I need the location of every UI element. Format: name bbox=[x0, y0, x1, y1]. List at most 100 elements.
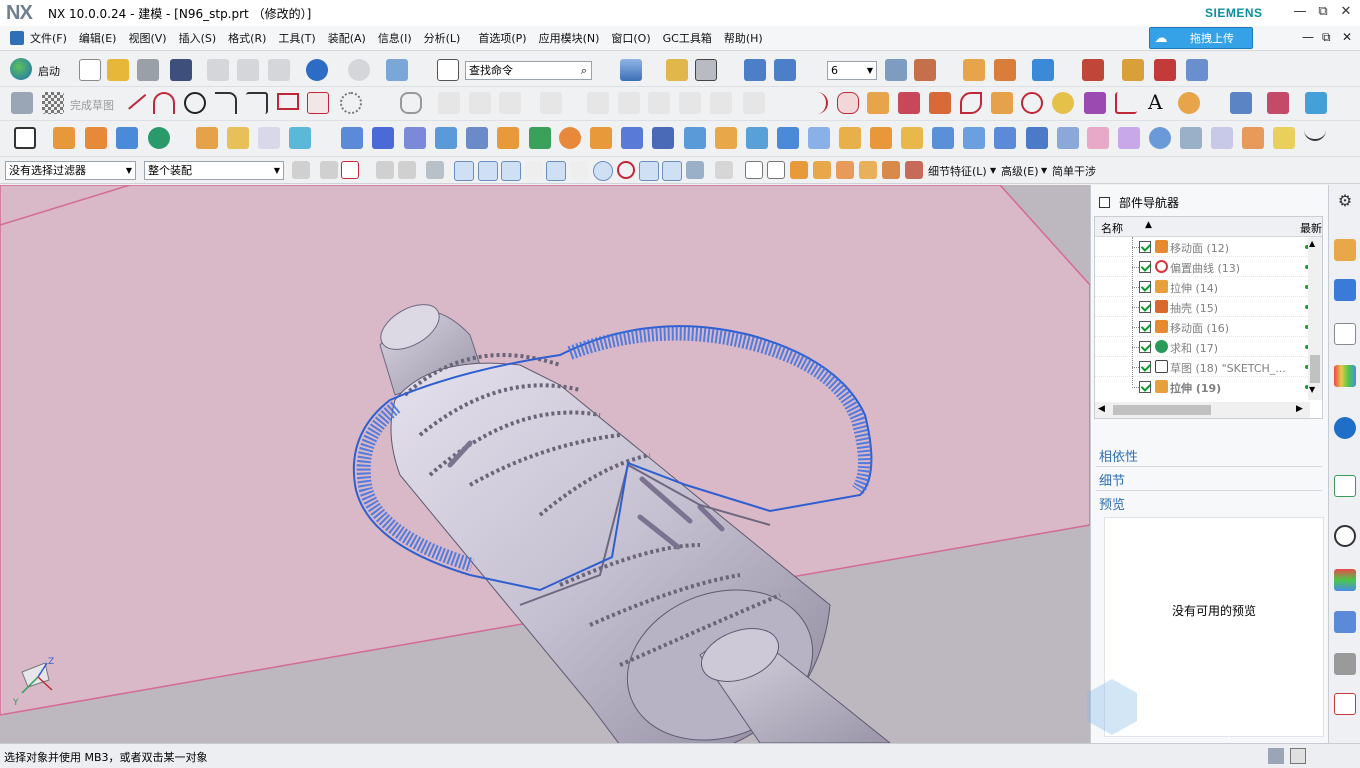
visibility-checkbox[interactable] bbox=[1139, 281, 1151, 293]
print-icon[interactable] bbox=[137, 59, 159, 81]
isoparametric-curve-icon[interactable] bbox=[1084, 92, 1106, 114]
x-form-icon[interactable] bbox=[994, 127, 1016, 149]
advanced-dropdown-icon[interactable]: ▼ bbox=[1041, 166, 1047, 175]
measure-icon[interactable] bbox=[994, 59, 1016, 81]
redo-icon[interactable] bbox=[348, 59, 370, 81]
feature-filter-icon[interactable] bbox=[790, 161, 808, 179]
details-section[interactable]: 细节 bbox=[1099, 470, 1125, 489]
scroll-down-icon[interactable]: ▼ bbox=[1309, 385, 1315, 394]
move-object-icon[interactable] bbox=[963, 59, 985, 81]
menu-file[interactable]: 文件(F) bbox=[30, 30, 67, 46]
gear-icon[interactable]: ⚙ bbox=[1334, 191, 1356, 213]
move-face-icon[interactable] bbox=[529, 127, 551, 149]
body-filter-icon[interactable] bbox=[813, 161, 831, 179]
circle-icon[interactable] bbox=[184, 92, 206, 114]
rectangle-icon[interactable] bbox=[277, 93, 299, 110]
project-curve-icon[interactable] bbox=[867, 92, 889, 114]
dependencies-section[interactable]: 相依性 bbox=[1099, 446, 1138, 465]
snap-existing-point-icon[interactable] bbox=[639, 161, 659, 181]
visibility-checkbox[interactable] bbox=[1139, 241, 1151, 253]
visibility-checkbox[interactable] bbox=[1139, 321, 1151, 333]
through-curves-icon[interactable] bbox=[839, 127, 861, 149]
paste-icon[interactable] bbox=[268, 59, 290, 81]
blob-curve-icon[interactable] bbox=[837, 92, 859, 114]
snap-view-icon[interactable] bbox=[386, 59, 408, 81]
ruler-icon[interactable] bbox=[1122, 59, 1144, 81]
studio-surface-icon[interactable] bbox=[901, 127, 923, 149]
menu-application[interactable]: 应用模块(N) bbox=[539, 30, 600, 46]
menu-icon[interactable] bbox=[10, 31, 24, 45]
chamfer-feature-icon[interactable] bbox=[258, 127, 280, 149]
thicken-icon[interactable] bbox=[715, 127, 737, 149]
pin-icon[interactable] bbox=[1099, 197, 1110, 208]
global-shaping-icon[interactable] bbox=[1057, 127, 1079, 149]
dimension-icon[interactable] bbox=[587, 92, 609, 114]
snap-point-on-curve-icon[interactable] bbox=[662, 161, 682, 181]
visibility-checkbox[interactable] bbox=[1139, 301, 1151, 313]
drag-upload-button[interactable]: ☁ 拖拽上传 bbox=[1149, 27, 1253, 49]
scroll-left-icon[interactable]: ◀ bbox=[1098, 404, 1105, 414]
full-screen-icon[interactable] bbox=[1268, 748, 1284, 764]
arc-icon[interactable] bbox=[153, 92, 175, 114]
role-icon[interactable] bbox=[1334, 693, 1356, 715]
graphics-window[interactable]: Z Y bbox=[0, 185, 1090, 743]
doc-minimize-button[interactable]: — bbox=[1302, 30, 1314, 44]
history-icon[interactable] bbox=[1334, 525, 1356, 547]
mesh-surface-icon[interactable] bbox=[372, 127, 394, 149]
menu-information[interactable]: 信息(I) bbox=[378, 30, 412, 46]
menu-format[interactable]: 格式(R) bbox=[228, 30, 266, 46]
sketch-icon[interactable] bbox=[11, 92, 33, 114]
finish-sketch-icon[interactable] bbox=[42, 92, 64, 114]
reflection-icon[interactable] bbox=[1305, 92, 1327, 114]
bounding-box-icon[interactable] bbox=[1154, 59, 1176, 81]
offset-surface-icon[interactable] bbox=[1211, 127, 1233, 149]
quick-pick-icon[interactable] bbox=[715, 161, 733, 179]
close-button[interactable]: ✕ bbox=[1336, 3, 1356, 21]
show-constraints-icon[interactable] bbox=[648, 92, 670, 114]
component-filter-icon[interactable] bbox=[882, 161, 900, 179]
doc-restore-button[interactable]: ⧉ bbox=[1322, 30, 1331, 45]
curve-analysis-icon[interactable] bbox=[1178, 92, 1200, 114]
web-browser-icon[interactable] bbox=[1334, 475, 1356, 497]
tree-row[interactable]: 抽壳 (15) bbox=[1095, 297, 1322, 317]
studio-spline-icon[interactable] bbox=[340, 92, 362, 114]
tree-row[interactable]: 移动面 (12) bbox=[1095, 237, 1322, 257]
offset-curve-icon[interactable] bbox=[400, 92, 422, 114]
page-alt-icon[interactable] bbox=[767, 161, 785, 179]
snap-arc-center-icon[interactable] bbox=[546, 161, 566, 181]
doc-close-button[interactable]: ✕ bbox=[1342, 30, 1352, 44]
copy-icon[interactable] bbox=[237, 59, 259, 81]
conic-icon[interactable] bbox=[806, 92, 828, 114]
snap-end-point-icon[interactable] bbox=[454, 161, 474, 181]
extrude-icon[interactable] bbox=[53, 127, 75, 149]
menu-window[interactable]: 窗口(O) bbox=[611, 30, 650, 46]
reuse-library-icon[interactable] bbox=[1334, 365, 1356, 387]
datum-plane-icon[interactable] bbox=[14, 127, 36, 149]
sheet-metal-icon[interactable] bbox=[1273, 127, 1295, 149]
sort-ascending-icon[interactable]: ▲ bbox=[1145, 220, 1152, 230]
join-curve-icon[interactable] bbox=[1115, 92, 1137, 114]
chamfer-icon[interactable] bbox=[246, 92, 268, 114]
pattern-feature-icon[interactable] bbox=[559, 127, 581, 149]
law-curve-icon[interactable] bbox=[1304, 127, 1326, 141]
styled-blend-icon[interactable] bbox=[1118, 127, 1140, 149]
pattern-face-icon[interactable] bbox=[590, 127, 612, 149]
undo-icon[interactable] bbox=[306, 59, 328, 81]
flange-icon[interactable] bbox=[1242, 127, 1264, 149]
surface-analysis-icon[interactable] bbox=[1267, 92, 1289, 114]
sew-icon[interactable] bbox=[746, 127, 768, 149]
wrap-geometry-icon[interactable] bbox=[1180, 127, 1202, 149]
detail-feature-menu[interactable]: 细节特征(L) bbox=[928, 163, 987, 179]
constraint-navigator-icon[interactable] bbox=[1334, 279, 1356, 301]
snap-point-on-face-icon[interactable] bbox=[686, 161, 704, 179]
tree-row[interactable]: 偏置曲线 (13) bbox=[1095, 257, 1322, 277]
part-navigator-icon[interactable] bbox=[1334, 323, 1356, 345]
model-view[interactable]: Z Y bbox=[0, 185, 1090, 743]
fill-surface-icon[interactable] bbox=[963, 127, 985, 149]
text-tool-icon[interactable]: A bbox=[1148, 90, 1162, 114]
page-icon[interactable] bbox=[745, 161, 763, 179]
parallel-icon[interactable] bbox=[679, 92, 701, 114]
column-name[interactable]: 名称 bbox=[1101, 220, 1123, 236]
mirror-feature-icon[interactable] bbox=[621, 127, 643, 149]
tree-row[interactable]: 草图 (18) "SKETCH_... bbox=[1095, 357, 1322, 377]
